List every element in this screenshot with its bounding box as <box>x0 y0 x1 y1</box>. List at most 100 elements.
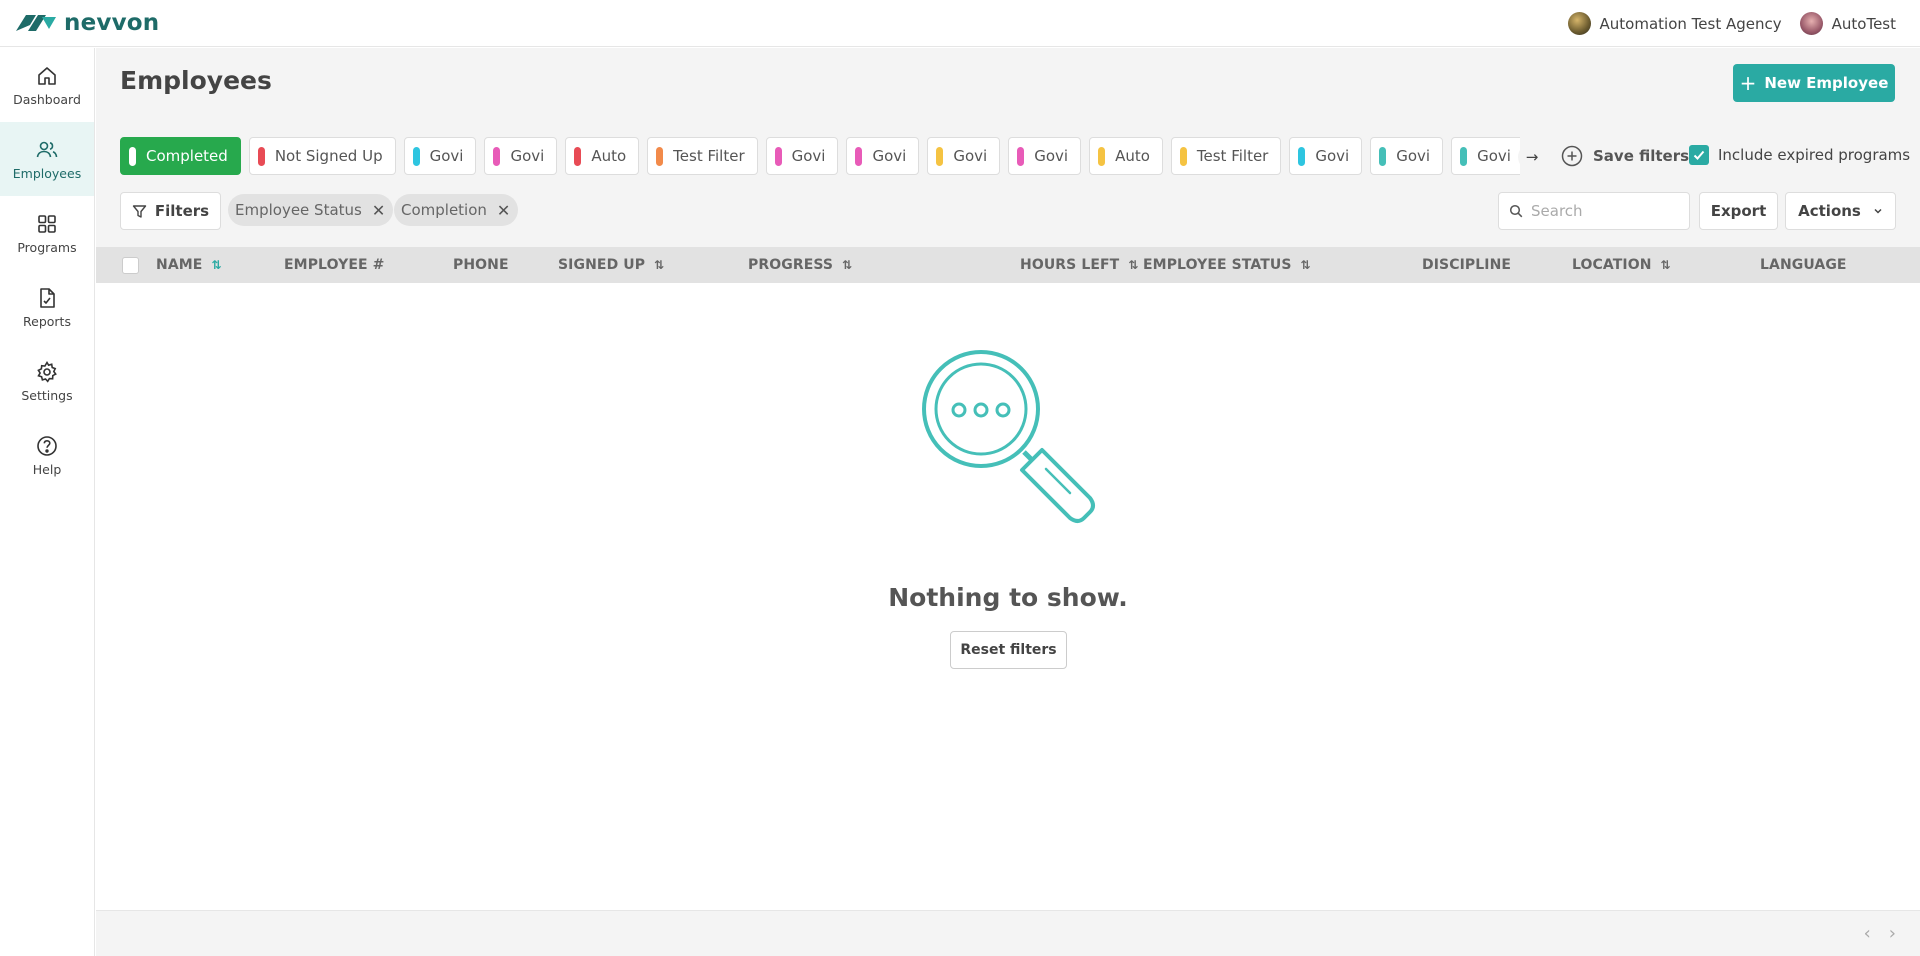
saved-filter-label: Govi <box>429 147 464 165</box>
sidebar-item-label: Dashboard <box>13 91 81 107</box>
column-name[interactable]: NAME ⇅ <box>156 247 222 283</box>
sidebar-item-label: Employees <box>12 165 82 181</box>
sort-icon[interactable]: ⇅ <box>654 258 664 272</box>
column-signed-up[interactable]: SIGNED UP ⇅ <box>558 247 664 283</box>
search-box <box>1498 192 1690 230</box>
close-icon[interactable]: ✕ <box>497 201 510 220</box>
sidebar-item-reports[interactable]: Reports <box>0 270 94 344</box>
new-employee-button[interactable]: + New Employee <box>1733 64 1895 102</box>
saved-filter-label: Govi <box>1396 147 1431 165</box>
saved-filter-label: Govi <box>953 147 988 165</box>
sidebar-item-dashboard[interactable]: Dashboard <box>0 48 94 122</box>
check-icon <box>1693 150 1705 160</box>
user-menu[interactable]: AutoTest <box>1799 12 1896 35</box>
saved-filters-row: Completed Not Signed Up Govi Govi Auto Test F… <box>120 137 1520 175</box>
scroll-filters-right-button[interactable]: → <box>1518 143 1546 171</box>
close-icon[interactable]: ✕ <box>372 201 385 220</box>
column-language: LANGUAGE <box>1760 247 1847 283</box>
sidebar-item-settings[interactable]: Settings <box>0 344 94 418</box>
plus-circle-icon <box>1561 145 1583 167</box>
column-progress[interactable]: PROGRESS ⇅ <box>748 247 852 283</box>
column-label: HOURS LEFT <box>1020 257 1120 273</box>
saved-filter-chip[interactable]: Auto <box>1089 137 1163 175</box>
saved-filter-label: Not Signed Up <box>274 147 383 165</box>
save-filters-button[interactable]: Save filters <box>1561 145 1689 167</box>
saved-filter-chip[interactable]: Govi <box>1289 137 1363 175</box>
filter-color-dot <box>656 146 664 166</box>
column-location[interactable]: LOCATION ⇅ <box>1572 247 1671 283</box>
table-footer: ‹ › <box>96 910 1920 956</box>
sort-icon[interactable]: ⇅ <box>842 258 852 272</box>
reset-filters-button[interactable]: Reset filters <box>950 631 1067 669</box>
export-button[interactable]: Export <box>1699 192 1778 230</box>
filter-color-dot <box>257 146 265 166</box>
agency-switcher[interactable]: Automation Test Agency <box>1567 12 1782 35</box>
sort-icon[interactable]: ⇅ <box>1301 258 1311 272</box>
users-icon <box>36 141 58 157</box>
save-filters-label: Save filters <box>1593 147 1690 165</box>
saved-filter-chip[interactable]: Test Filter <box>647 137 758 175</box>
brand-name: nevvon <box>64 10 160 36</box>
saved-filter-chip[interactable]: Completed <box>120 137 241 175</box>
brand-logo[interactable]: nevvon <box>16 10 159 36</box>
column-label: LANGUAGE <box>1760 257 1847 273</box>
saved-filter-label: Govi <box>1315 147 1350 165</box>
column-label: LOCATION <box>1572 257 1652 273</box>
saved-filter-chip[interactable]: Govi <box>484 137 558 175</box>
filter-tag-completion: Completion ✕ <box>394 194 519 226</box>
saved-filter-chip[interactable]: Govi <box>1451 137 1520 175</box>
actions-label: Actions <box>1798 202 1861 220</box>
filter-color-dot <box>1179 146 1187 166</box>
sidebar: Dashboard Employees Programs Reports Set… <box>0 48 95 956</box>
filters-label: Filters <box>154 202 210 220</box>
home-icon <box>38 66 56 85</box>
chevron-right-icon[interactable]: › <box>1889 923 1896 944</box>
search-input[interactable] <box>1531 202 1681 220</box>
column-label: NAME <box>156 257 203 273</box>
column-employee-status[interactable]: EMPLOYEE STATUS ⇅ <box>1143 247 1311 283</box>
actions-dropdown[interactable]: Actions <box>1785 192 1896 230</box>
saved-filter-chip[interactable]: Govi <box>1008 137 1082 175</box>
grid-icon <box>38 214 56 233</box>
column-discipline: DISCIPLINE <box>1422 247 1511 283</box>
column-hours-left[interactable]: HOURS LEFT ⇅ <box>1020 247 1138 283</box>
filter-color-dot <box>129 146 136 166</box>
main-content: Employees + New Employee Completed Not Si… <box>96 48 1920 956</box>
sort-icon[interactable]: ⇅ <box>1128 258 1138 272</box>
select-all-checkbox[interactable] <box>122 257 139 274</box>
sort-icon[interactable]: ⇅ <box>211 258 221 272</box>
chevron-left-icon[interactable]: ‹ <box>1864 923 1871 944</box>
filters-button[interactable]: Filters <box>120 192 221 230</box>
saved-filter-chip[interactable]: Govi <box>846 137 920 175</box>
filter-color-dot <box>774 146 782 166</box>
help-icon <box>37 435 57 456</box>
filter-color-dot <box>412 146 420 166</box>
saved-filter-chip[interactable]: Not Signed Up <box>248 137 396 175</box>
saved-filter-label: Govi <box>791 147 826 165</box>
saved-filter-chip[interactable]: Govi <box>1370 137 1444 175</box>
include-expired-checkbox[interactable] <box>1689 145 1709 165</box>
saved-filter-chip[interactable]: Govi <box>765 137 839 175</box>
saved-filter-chip[interactable]: Auto <box>565 137 640 175</box>
saved-filter-chip[interactable]: Govi <box>927 137 1001 175</box>
sidebar-item-programs[interactable]: Programs <box>0 196 94 270</box>
saved-filter-chip[interactable]: Govi <box>403 137 477 175</box>
column-phone: PHONE <box>453 247 509 283</box>
saved-filter-label: Govi <box>1477 147 1511 165</box>
agency-avatar <box>1567 12 1591 35</box>
page-title: Employees <box>120 66 272 95</box>
saved-filter-label: Govi <box>872 147 907 165</box>
saved-filter-label: Auto <box>591 147 627 165</box>
filter-tag-label: Completion <box>401 201 487 219</box>
filter-tag-employee-status: Employee Status ✕ <box>228 194 394 226</box>
saved-filter-chip[interactable]: Test Filter <box>1170 137 1282 175</box>
sidebar-item-label: Help <box>32 461 62 477</box>
saved-filter-label: Test Filter <box>1196 147 1269 165</box>
filter-color-dot <box>936 146 944 166</box>
sidebar-item-help[interactable]: Help <box>0 418 94 492</box>
empty-state-message: Nothing to show. <box>888 583 1128 612</box>
sidebar-item-employees[interactable]: Employees <box>0 122 94 196</box>
include-expired-toggle[interactable]: Include expired programs <box>1689 145 1910 165</box>
new-employee-label: New Employee <box>1764 74 1889 92</box>
sort-icon[interactable]: ⇅ <box>1661 258 1671 272</box>
